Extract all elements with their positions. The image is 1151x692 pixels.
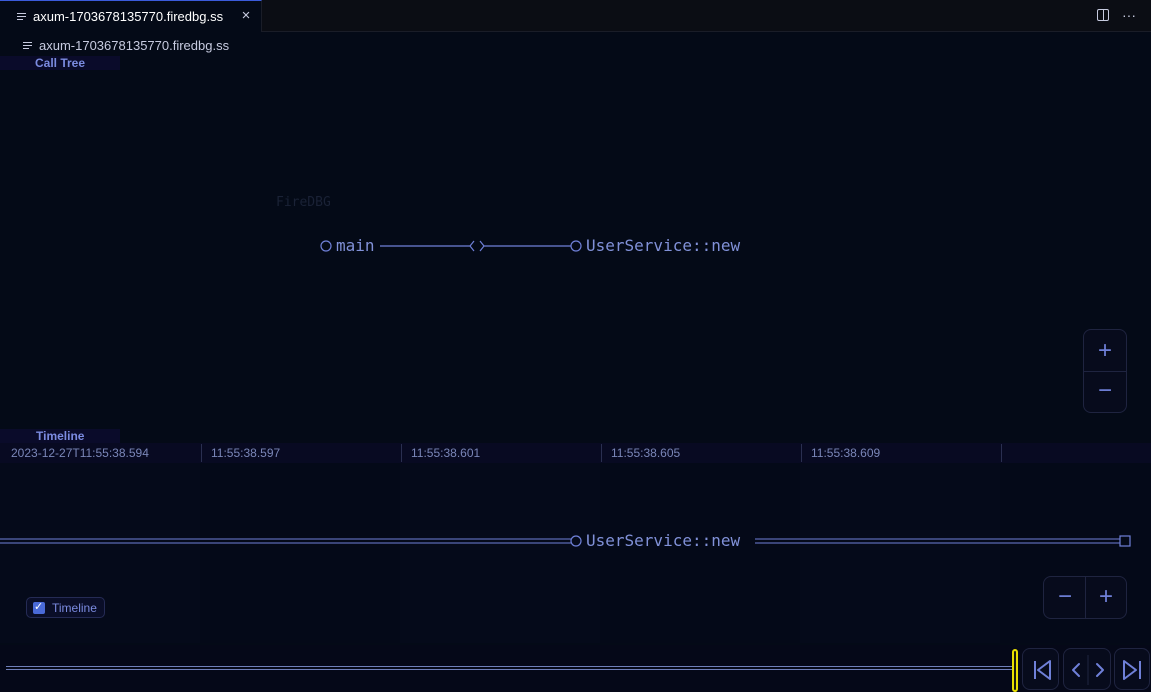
jump-to-end-button[interactable]	[1114, 648, 1150, 690]
scrub-track[interactable]	[6, 666, 1014, 670]
chevron-left-icon	[1072, 663, 1080, 677]
timeline-checkbox[interactable]	[33, 600, 45, 614]
timeline-toggle-label: Timeline	[52, 600, 97, 615]
timeline-zoom-in-button[interactable]: +	[1086, 578, 1126, 618]
timeline-zoom-controls: − +	[1043, 576, 1127, 619]
firedbg-app: axum-1703678135770.firedbg.ss × ··· axum…	[0, 0, 1151, 692]
jump-to-start-button[interactable]	[1022, 648, 1059, 690]
skip-start-icon	[1034, 660, 1051, 680]
timeline-toggle[interactable]: Timeline	[26, 597, 105, 618]
timeline-zoom-out-button[interactable]: −	[1046, 578, 1084, 618]
timeline-event-label: UserService::new	[586, 531, 740, 550]
step-forward-button[interactable]	[1088, 649, 1112, 691]
timeline-graph: UserService::new	[0, 531, 1131, 550]
chevron-right-icon	[1096, 663, 1104, 677]
step-back-button[interactable]	[1064, 649, 1088, 691]
timeline-end-marker	[1119, 535, 1131, 547]
timeline-event-userservice-new[interactable]: UserService::new	[570, 531, 740, 550]
skip-end-icon	[1123, 660, 1141, 680]
step-buttons	[1063, 648, 1111, 690]
scrub-handle[interactable]	[1012, 649, 1018, 692]
